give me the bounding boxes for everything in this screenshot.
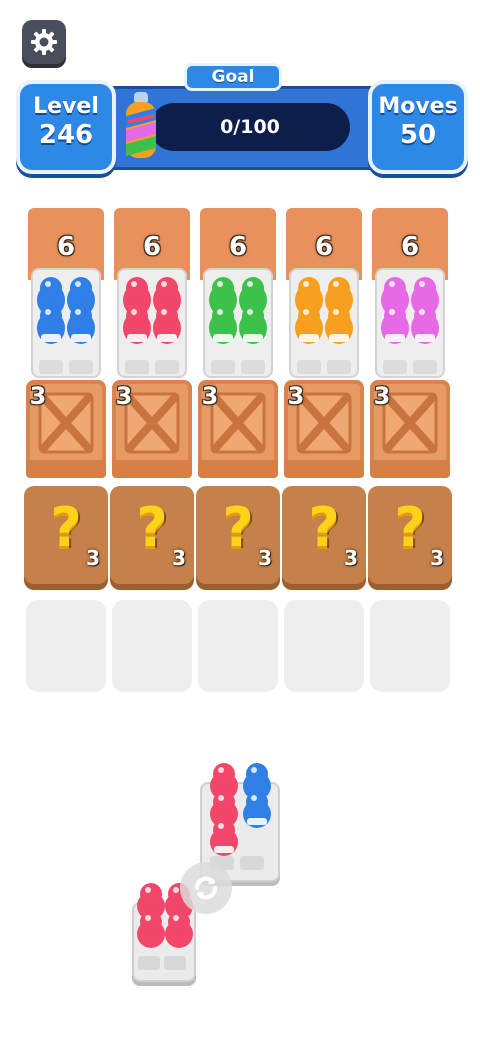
player-pieces[interactable] [0,0,480,1038]
bottle [165,911,193,948]
swap-button[interactable] [180,862,232,914]
bottle [137,911,165,948]
bottle [210,819,238,856]
bottle [243,791,271,828]
swap-icon [195,876,217,900]
